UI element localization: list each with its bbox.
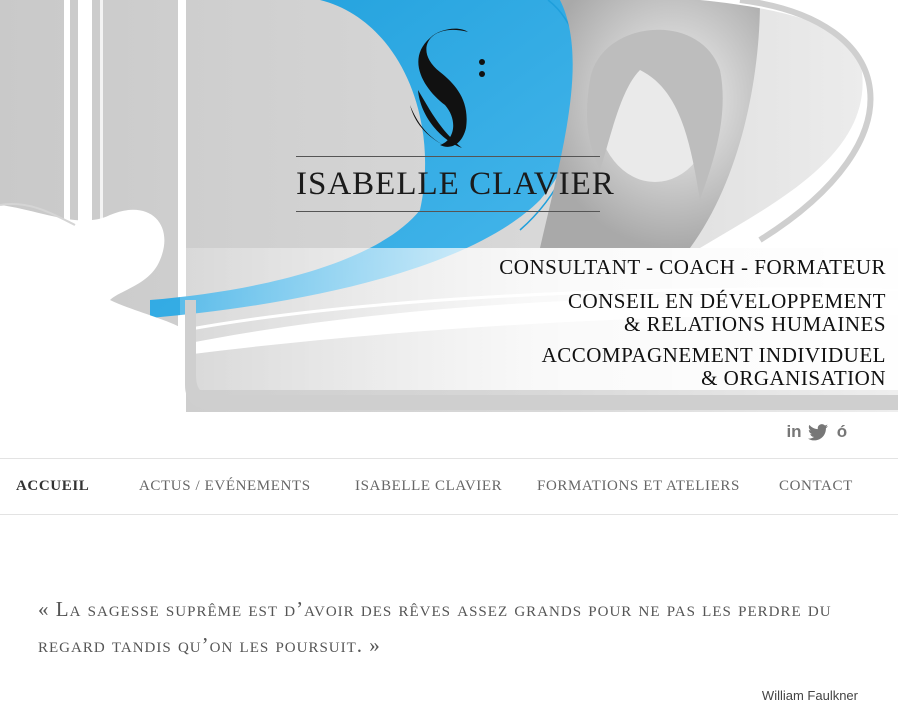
- tagline-accompagnement-line1: ACCOMPAGNEMENT INDIVIDUEL: [541, 343, 886, 367]
- nav-item-contact[interactable]: CONTACT: [779, 459, 853, 514]
- nav-item-actus[interactable]: ACTUS / EVÉNEMENTS: [139, 459, 311, 514]
- tagline-conseil: CONSEIL EN DÉVELOPPEMENT & RELATIONS HUM…: [568, 290, 886, 336]
- featured-quote: « La sagesse suprême est d’avoir des rêv…: [38, 597, 832, 657]
- header-banner: ISABELLE CLAVIER CONSULTANT - COACH - FO…: [0, 0, 898, 412]
- tagline-conseil-line1: CONSEIL EN DÉVELOPPEMENT: [567, 289, 886, 313]
- main-navigation: ACCUEIL ACTUS / EVÉNEMENTS ISABELLE CLAV…: [0, 458, 898, 515]
- tagline-roles: CONSULTANT - COACH - FORMATEUR: [499, 255, 886, 279]
- nav-item-isabelle-clavier[interactable]: ISABELLE CLAVIER: [355, 459, 502, 514]
- tagline-accompagnement: ACCOMPAGNEMENT INDIVIDUEL & ORGANISATION: [542, 344, 886, 390]
- linkedin-icon[interactable]: in: [784, 421, 804, 443]
- social-links: in ó: [784, 420, 852, 444]
- viadeo-icon[interactable]: ó: [832, 421, 852, 443]
- tagline-conseil-line2: & RELATIONS HUMAINES: [624, 312, 886, 336]
- nav-item-formations[interactable]: FORMATIONS ET ATELIERS: [537, 459, 740, 514]
- tagline-accompagnement-line2: & ORGANISATION: [701, 366, 886, 390]
- quote-author: William Faulkner: [761, 688, 858, 703]
- site-title[interactable]: ISABELLE CLAVIER: [296, 156, 614, 212]
- twitter-icon[interactable]: [808, 421, 828, 443]
- nav-item-accueil[interactable]: ACCUEIL: [16, 459, 89, 514]
